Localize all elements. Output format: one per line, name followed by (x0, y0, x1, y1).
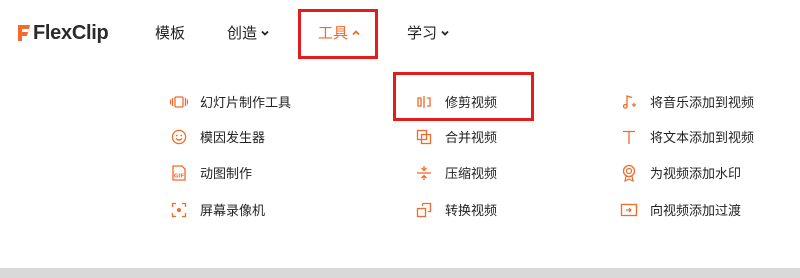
menu-item-label: 转换视频 (445, 204, 498, 219)
convert-icon (415, 201, 433, 219)
menu-item-label: 将音乐添加到视频 (650, 96, 755, 111)
menu-item-add-watermark[interactable]: 为视频添加水印 (620, 163, 741, 182)
nav-learn[interactable]: 学习 (407, 22, 450, 43)
menu-item-screen-recorder[interactable]: 屏幕录像机 (170, 200, 265, 219)
menu-item-add-music[interactable]: 将音乐添加到视频 (620, 92, 754, 111)
nav-templates[interactable]: 模板 (155, 22, 185, 43)
flexclip-logo[interactable]: FlexClip (16, 20, 109, 46)
smile-icon (170, 128, 188, 146)
menu-item-convert-video[interactable]: 转换视频 (415, 200, 497, 219)
tools-highlight-box (298, 9, 378, 59)
slideshow-icon (170, 93, 188, 111)
nav-create-label: 创造 (227, 24, 258, 42)
menu-item-label: 为视频添加水印 (650, 167, 742, 182)
nav-templates-label: 模板 (155, 24, 186, 42)
gif-icon: GIF (170, 164, 188, 182)
page-bottom-bar (0, 268, 800, 278)
logo-f-icon (18, 25, 30, 41)
top-navbar: FlexClip 模板 创造 工具 学习 (0, 0, 800, 70)
menu-item-label: 屏幕录像机 (200, 204, 266, 219)
menu-item-merge-video[interactable]: 合并视频 (415, 127, 497, 146)
menu-item-meme-generator[interactable]: 模因发生器 (170, 127, 265, 146)
menu-item-label: 向视频添加过渡 (650, 204, 742, 219)
nav-create[interactable]: 创造 (227, 22, 270, 43)
chevron-down-icon (441, 30, 449, 36)
menu-item-slideshow[interactable]: 幻灯片制作工具 (170, 92, 291, 111)
nav-learn-label: 学习 (407, 24, 438, 42)
watermark-icon (620, 164, 638, 182)
transition-icon (620, 201, 638, 219)
menu-item-label: 动图制作 (200, 167, 253, 182)
menu-item-label: 模因发生器 (200, 131, 266, 146)
music-note-icon (620, 93, 638, 111)
menu-item-add-text[interactable]: 将文本添加到视频 (620, 127, 754, 146)
menu-item-trim-video[interactable]: 修剪视频 (415, 92, 497, 111)
logo-text: FlexClip (33, 21, 109, 44)
svg-text:GIF: GIF (174, 173, 185, 179)
menu-item-compress-video[interactable]: 压缩视频 (415, 163, 497, 182)
menu-item-gif-maker[interactable]: GIF 动图制作 (170, 163, 252, 182)
menu-item-label: 压缩视频 (445, 167, 498, 182)
merge-icon (415, 128, 433, 146)
menu-item-label: 合并视频 (445, 131, 498, 146)
trim-icon (415, 93, 433, 111)
menu-item-label: 幻灯片制作工具 (200, 96, 292, 111)
menu-item-add-transition[interactable]: 向视频添加过渡 (620, 200, 741, 219)
text-icon (620, 128, 638, 146)
menu-item-label: 将文本添加到视频 (650, 131, 755, 146)
compress-icon (415, 164, 433, 182)
chevron-down-icon (261, 30, 269, 36)
menu-item-label: 修剪视频 (445, 96, 498, 111)
screen-record-icon (170, 201, 188, 219)
